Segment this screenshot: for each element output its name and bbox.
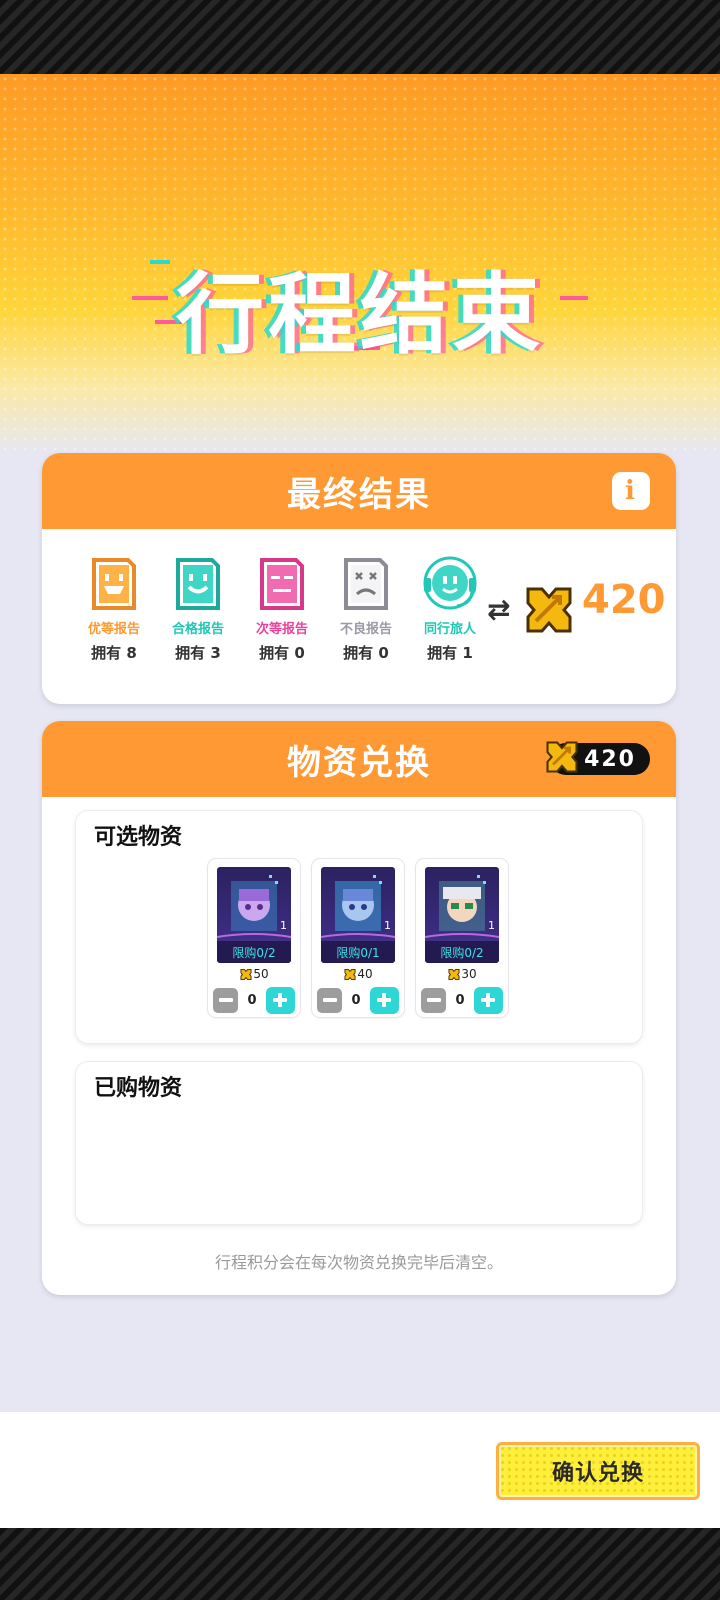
total-points: 420 xyxy=(582,577,666,623)
increase-button[interactable] xyxy=(265,986,295,1014)
item-price: 30 xyxy=(416,967,508,981)
report-excellent: 优等报告 拥有 8 xyxy=(76,556,152,663)
quantity-stepper: 0 xyxy=(421,986,503,1014)
top-status-bar xyxy=(0,0,720,74)
quantity-stepper: 0 xyxy=(213,986,295,1014)
report-companion: 同行旅人 拥有 1 xyxy=(412,556,488,663)
exchange-card: 物资兑换 420 可选物资 1 限购0/2 50 0 1 限购0/1 40 0 … xyxy=(42,721,676,1295)
item-price: 40 xyxy=(312,967,404,981)
report-label: 不良报告 xyxy=(339,622,392,637)
report-owned: 拥有 0 xyxy=(343,644,389,662)
report-qualified: 合格报告 拥有 3 xyxy=(160,556,236,663)
report-label: 优等报告 xyxy=(87,622,140,637)
decrease-button[interactable] xyxy=(213,987,238,1013)
item-price-value: 50 xyxy=(253,967,269,981)
balance-value: 420 xyxy=(584,746,636,772)
bottom-nav-bar xyxy=(0,1528,720,1600)
report-label: 次等报告 xyxy=(255,622,308,637)
quantity-value: 0 xyxy=(247,992,257,1008)
page-title: 行程结束 xyxy=(175,263,544,366)
quantity-value: 0 xyxy=(351,992,361,1008)
exchange-title: 物资兑换 xyxy=(287,742,431,783)
item-limit: 限购0/1 xyxy=(321,941,395,963)
item-image: 1 限购0/1 xyxy=(321,867,395,963)
confirm-exchange-button[interactable]: 确认兑换 xyxy=(496,1442,700,1500)
exchange-header: 物资兑换 420 xyxy=(42,721,676,797)
item-price-value: 30 xyxy=(461,967,477,981)
quantity-stepper: 0 xyxy=(317,986,399,1014)
report-owned: 拥有 1 xyxy=(427,644,473,662)
final-result-title: 最终结果 xyxy=(287,474,431,515)
decrease-button[interactable] xyxy=(317,987,342,1013)
increase-button[interactable] xyxy=(473,986,503,1014)
item-price-value: 40 xyxy=(357,967,373,981)
item-price: 50 xyxy=(208,967,300,981)
item-count: 1 xyxy=(488,919,495,932)
purchased-items-panel: 已购物资 xyxy=(76,1062,642,1224)
item-count: 1 xyxy=(280,919,287,932)
report-bad: 不良报告 拥有 0 xyxy=(328,556,404,663)
point-coin-icon xyxy=(526,587,572,633)
point-coin-icon xyxy=(448,968,460,980)
item-image: 1 限购0/2 xyxy=(425,867,499,963)
item-limit: 限购0/2 xyxy=(217,941,291,963)
point-coin-icon xyxy=(344,968,356,980)
item-limit: 限购0/2 xyxy=(425,941,499,963)
item-image: 1 限购0/2 xyxy=(217,867,291,963)
report-inferior: 次等报告 拥有 0 xyxy=(244,556,320,663)
final-result-card: 最终结果 i 优等报告 拥有 8 合格报告 拥有 3 次等报告 拥有 0 不良报… xyxy=(42,453,676,704)
final-result-header: 最终结果 i xyxy=(42,453,676,529)
point-coin-icon xyxy=(546,741,578,773)
report-label: 合格报告 xyxy=(171,622,224,637)
report-label: 同行旅人 xyxy=(423,622,476,637)
companion-headset-icon xyxy=(423,556,477,610)
available-items-title: 可选物资 xyxy=(94,825,183,850)
qualified-report-icon xyxy=(176,558,220,610)
report-owned: 拥有 3 xyxy=(175,644,221,662)
exchange-arrows-icon: ⇄ xyxy=(487,593,511,626)
info-icon[interactable]: i xyxy=(612,472,650,510)
shop-item[interactable]: 1 限购0/2 50 0 xyxy=(208,859,300,1017)
quantity-value: 0 xyxy=(455,992,465,1008)
bad-report-icon xyxy=(344,558,388,610)
purchased-items-title: 已购物资 xyxy=(94,1076,183,1101)
available-items-panel: 可选物资 1 限购0/2 50 0 1 限购0/1 40 0 1 限购0/2 3… xyxy=(76,811,642,1043)
report-owned: 拥有 8 xyxy=(91,644,137,662)
shop-item[interactable]: 1 限购0/1 40 0 xyxy=(312,859,404,1017)
point-coin-icon xyxy=(240,968,252,980)
hero-banner: 行程结束 xyxy=(0,74,720,454)
excellent-report-icon xyxy=(92,558,136,610)
footer-bar: 确认兑换 xyxy=(0,1412,720,1528)
shop-item[interactable]: 1 限购0/2 30 0 xyxy=(416,859,508,1017)
points-clear-note: 行程积分会在每次物资兑换完毕后清空。 xyxy=(214,1253,503,1272)
decrease-button[interactable] xyxy=(421,987,446,1013)
report-owned: 拥有 0 xyxy=(259,644,305,662)
inferior-report-icon xyxy=(260,558,304,610)
increase-button[interactable] xyxy=(369,986,399,1014)
item-count: 1 xyxy=(384,919,391,932)
